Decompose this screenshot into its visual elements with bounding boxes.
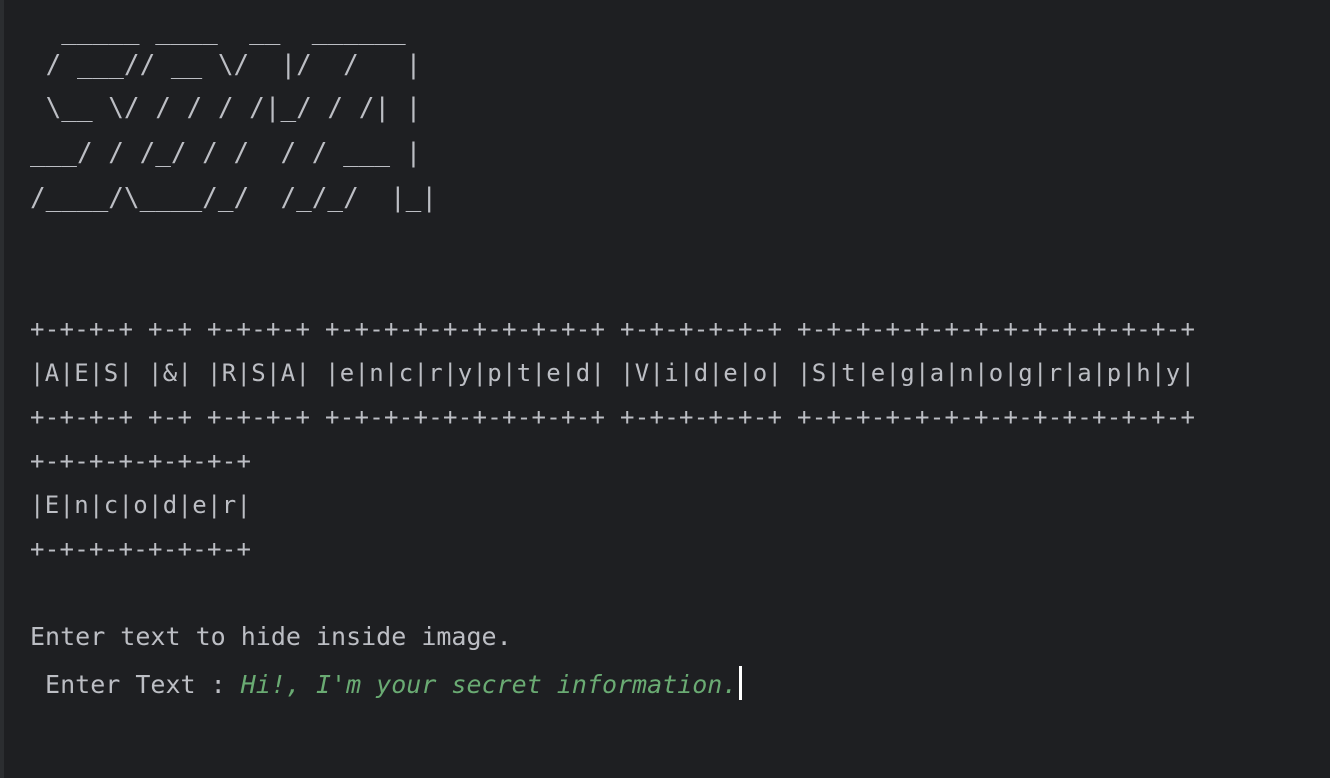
prompt-input-value[interactable]: Hi!, I'm your secret information. bbox=[241, 670, 738, 699]
mode-box-text: |E|n|c|o|d|e|r| bbox=[30, 491, 252, 519]
title-box-bottom-border: +-+-+-+ +-+ +-+-+-+ +-+-+-+-+-+-+-+-+-+ … bbox=[30, 403, 1196, 431]
mode-box-top-border: +-+-+-+-+-+-+-+ bbox=[30, 447, 252, 475]
title-box-text: |A|E|S| |&| |R|S|A| |e|n|c|r|y|p|t|e|d| … bbox=[30, 359, 1196, 387]
prompt-instruction: Enter text to hide inside image. bbox=[30, 622, 512, 651]
prompt-label: Enter Text : bbox=[30, 670, 241, 699]
banner-line-4: ___/ / /_/ / / / / ___ | bbox=[30, 138, 422, 168]
banner-line-2: / ___// __ \/ |/ / | bbox=[30, 50, 422, 80]
title-box-top-border: +-+-+-+ +-+ +-+-+-+ +-+-+-+-+-+-+-+-+-+ … bbox=[30, 315, 1196, 343]
terminal-window[interactable]: _____ ____ __ ______ / ___// __ \/ |/ / … bbox=[0, 0, 1330, 778]
text-cursor bbox=[739, 666, 743, 700]
banner-line-1: _____ ____ __ ______ bbox=[30, 16, 406, 46]
mode-box-bottom-border: +-+-+-+-+-+-+-+ bbox=[30, 535, 252, 563]
banner-line-3: \__ \/ / / / /|_/ / /| | bbox=[30, 93, 422, 123]
banner-line-5: /____/\____/_/ /_/_/ |_| bbox=[30, 183, 437, 213]
prompt-input-line[interactable]: Enter Text : Hi!, I'm your secret inform… bbox=[30, 666, 743, 700]
